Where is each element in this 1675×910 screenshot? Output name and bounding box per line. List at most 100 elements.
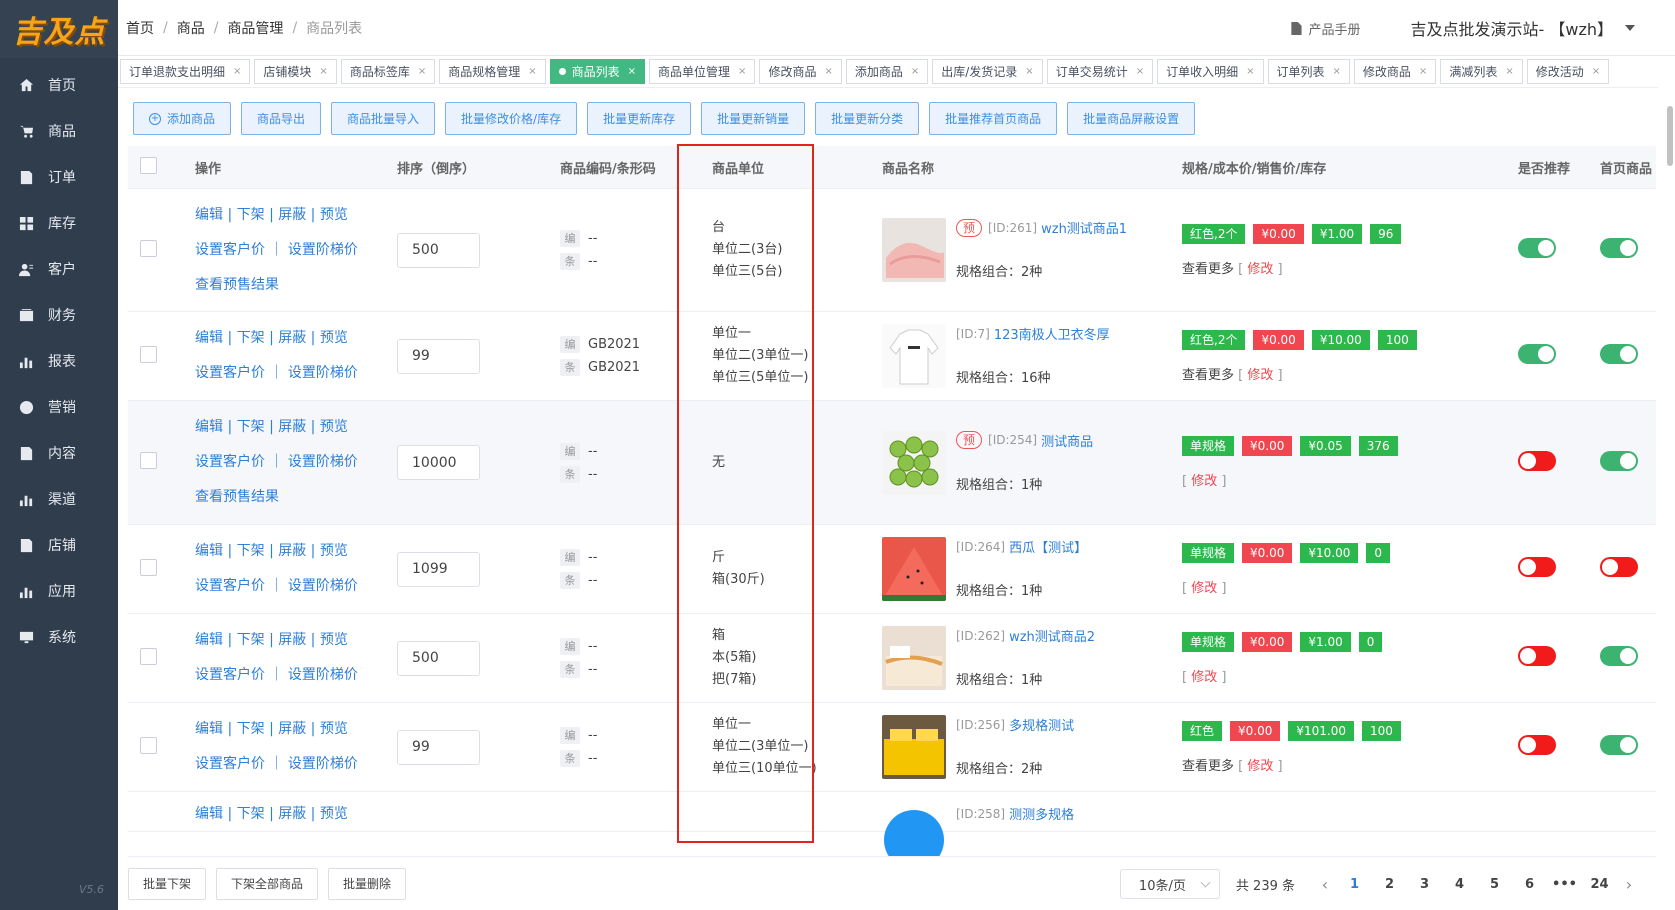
sidebar-item-6[interactable]: 报表 <box>0 338 118 384</box>
close-icon[interactable]: × <box>1333 66 1341 77</box>
close-icon[interactable]: × <box>233 66 241 77</box>
product-thumbnail[interactable] <box>882 218 946 282</box>
toolbar-button-6[interactable]: 批量推荐首页商品 <box>929 102 1058 135</box>
recommend-toggle[interactable] <box>1518 238 1556 258</box>
product-title[interactable]: 预 [ID:254] 测试商品 <box>956 431 1093 450</box>
row-checkbox[interactable] <box>140 558 157 576</box>
close-icon[interactable]: × <box>738 66 746 77</box>
product-thumbnail[interactable] <box>882 626 946 690</box>
page-1[interactable]: 2 <box>1372 877 1407 892</box>
sort-input[interactable]: 10000 <box>397 445 480 480</box>
sidebar-item-8[interactable]: 内容 <box>0 430 118 476</box>
product-title[interactable]: [ID:258] 测测多规格 <box>956 804 1074 824</box>
page-0[interactable]: 1 <box>1337 877 1372 892</box>
tab-6[interactable]: 修改商品 × <box>759 59 842 84</box>
home-toggle[interactable] <box>1600 557 1638 577</box>
sidebar-item-7[interactable]: 营销 <box>0 384 118 430</box>
sort-input[interactable]: 99 <box>397 338 480 374</box>
product-manual-link[interactable]: 产品手册 <box>1290 19 1361 38</box>
close-icon[interactable]: × <box>1025 66 1033 77</box>
breadcrumb-item[interactable]: 商品管理 <box>227 18 283 38</box>
close-icon[interactable]: × <box>1419 66 1427 77</box>
action-customer-tier-price[interactable]: 设置客户价 ｜ 设置阶梯价 <box>195 658 392 693</box>
sort-input[interactable]: 500 <box>397 232 480 268</box>
page-size-select[interactable]: 10条/页 <box>1119 869 1220 899</box>
close-icon[interactable]: × <box>528 66 536 77</box>
view-more-link[interactable]: 查看更多 <box>1182 262 1234 277</box>
page-5[interactable]: 6 <box>1512 877 1547 892</box>
row-checkbox[interactable] <box>140 736 157 754</box>
close-icon[interactable]: × <box>1136 66 1144 77</box>
toolbar-button-2[interactable]: 批量修改价格/库存 <box>445 102 578 135</box>
row-checkbox[interactable] <box>140 345 157 363</box>
home-toggle[interactable] <box>1600 646 1638 666</box>
footer-button-2[interactable]: 批量删除 <box>328 867 407 900</box>
add-product-button[interactable]: + 添加商品 <box>133 102 232 135</box>
footer-button-0[interactable]: 批量下架 <box>128 867 207 900</box>
sidebar-item-1[interactable]: 商品 <box>0 108 118 154</box>
product-thumbnail[interactable] <box>882 324 946 388</box>
product-thumbnail[interactable] <box>882 537 946 601</box>
sidebar-item-10[interactable]: 店铺 <box>0 522 118 568</box>
page-3[interactable]: 4 <box>1442 877 1477 892</box>
action-edit-offline-block-preview[interactable]: 编辑 | 下架 | 屏蔽 | 预览 <box>195 712 392 747</box>
sidebar-item-0[interactable]: 首页 <box>0 62 118 108</box>
product-title[interactable]: 预 [ID:261] wzh测试商品1 <box>956 218 1127 237</box>
home-toggle[interactable] <box>1600 450 1638 471</box>
product-title[interactable]: [ID:256] 多规格测试 <box>956 715 1074 735</box>
close-icon[interactable]: × <box>628 66 636 77</box>
tab-7[interactable]: 添加商品 × <box>845 59 929 84</box>
action-customer-tier-price[interactable]: 设置客户价 ｜ 设置阶梯价 <box>195 233 392 268</box>
product-thumbnail[interactable] <box>882 804 946 856</box>
logo[interactable]: 吉及点 <box>0 0 118 58</box>
site-switcher[interactable]: 吉及点批发演示站- 【wzh】 <box>1411 16 1635 40</box>
close-icon[interactable]: × <box>1505 66 1513 77</box>
edit-spec-link[interactable]: 修改 <box>1191 581 1217 596</box>
close-icon[interactable]: × <box>1592 66 1600 77</box>
tab-0[interactable]: 订单退款支出明细 × <box>120 59 251 84</box>
recommend-toggle[interactable] <box>1518 646 1556 666</box>
breadcrumb-item[interactable]: 商品 <box>177 18 205 38</box>
action-edit-offline-block-preview[interactable]: 编辑 | 下架 | 屏蔽 | 预览 <box>195 534 392 569</box>
close-icon[interactable]: × <box>418 66 426 77</box>
action-edit-offline-block-preview[interactable]: 编辑 | 下架 | 屏蔽 | 预览 <box>195 410 392 445</box>
close-icon[interactable]: × <box>1246 66 1254 77</box>
breadcrumb-item[interactable]: 首页 <box>126 18 154 38</box>
edit-spec-link[interactable]: 修改 <box>1191 670 1217 685</box>
header-sort[interactable]: 排序（倒序） <box>392 158 550 177</box>
sidebar-item-5[interactable]: 财务 <box>0 292 118 338</box>
sidebar-item-3[interactable]: 库存 <box>0 200 118 246</box>
toolbar-button-7[interactable]: 批量商品屏蔽设置 <box>1067 102 1196 135</box>
tab-11[interactable]: 订单列表 × <box>1267 59 1350 84</box>
action-view-presale[interactable]: 查看预售结果 <box>195 268 392 303</box>
tab-2[interactable]: 商品标签库 × <box>340 59 436 84</box>
action-view-presale[interactable]: 查看预售结果 <box>195 480 392 515</box>
tab-10[interactable]: 订单收入明细 × <box>1157 59 1264 84</box>
sidebar-item-11[interactable]: 应用 <box>0 568 118 614</box>
next-page-icon[interactable]: › <box>1617 875 1641 894</box>
tab-8[interactable]: 出库/发货记录 × <box>932 59 1043 84</box>
tab-4[interactable]: 商品列表 × <box>549 59 646 84</box>
page-7[interactable]: 24 <box>1582 877 1617 892</box>
product-thumbnail[interactable] <box>882 715 946 779</box>
row-checkbox[interactable] <box>140 647 157 665</box>
toolbar-button-5[interactable]: 批量更新分类 <box>815 102 920 135</box>
action-edit-offline-block-preview[interactable]: 编辑 | 下架 | 屏蔽 | 预览 <box>195 321 392 356</box>
sidebar-item-9[interactable]: 渠道 <box>0 476 118 522</box>
tab-9[interactable]: 订单交易统计 × <box>1046 59 1154 84</box>
product-thumbnail[interactable] <box>882 430 946 495</box>
action-customer-tier-price[interactable]: 设置客户价 ｜ 设置阶梯价 <box>195 356 392 391</box>
edit-spec-link[interactable]: 修改 <box>1191 474 1217 489</box>
sort-input[interactable]: 500 <box>397 640 480 676</box>
product-title[interactable]: [ID:262] wzh测试商品2 <box>956 626 1095 646</box>
action-edit-offline-block-preview[interactable]: 编辑 | 下架 | 屏蔽 | 预览 <box>195 804 392 824</box>
toolbar-button-1[interactable]: 商品批量导入 <box>331 102 436 135</box>
page-2[interactable]: 3 <box>1407 877 1442 892</box>
toolbar-button-0[interactable]: 商品导出 <box>241 102 322 135</box>
sidebar-item-12[interactable]: 系统 <box>0 614 118 660</box>
tab-1[interactable]: 店铺模块 × <box>254 59 337 84</box>
row-checkbox[interactable] <box>140 452 157 469</box>
recommend-toggle[interactable] <box>1518 450 1556 471</box>
action-customer-tier-price[interactable]: 设置客户价 ｜ 设置阶梯价 <box>195 569 392 604</box>
action-edit-offline-block-preview[interactable]: 编辑 | 下架 | 屏蔽 | 预览 <box>195 198 392 233</box>
